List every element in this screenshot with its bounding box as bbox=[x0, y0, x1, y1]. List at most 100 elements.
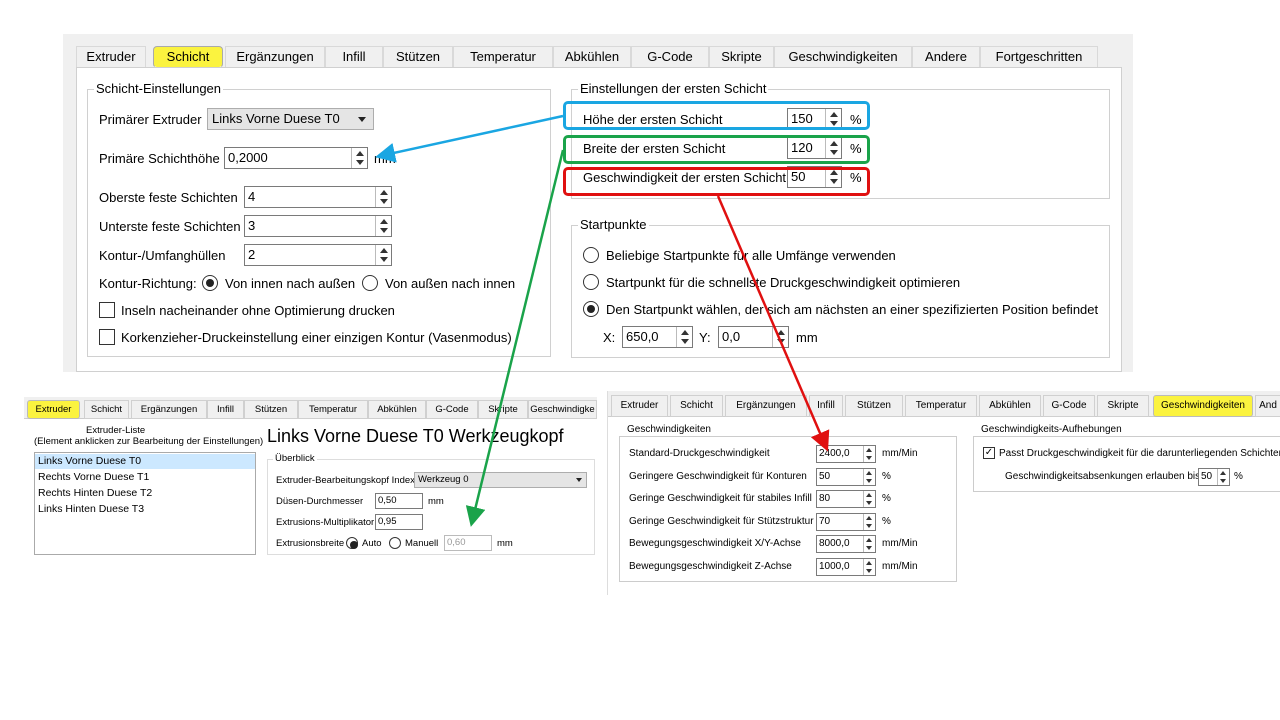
bottom-solid-value: 3 bbox=[248, 218, 256, 233]
highlight-box-green bbox=[563, 135, 870, 164]
tab-infill[interactable]: Infill bbox=[207, 400, 244, 419]
primary-extruder-select[interactable]: Links Vorne Duese T0 bbox=[207, 108, 374, 130]
speed-spinner-support[interactable]: 70 bbox=[816, 513, 876, 531]
tab-ergaenzungen[interactable]: Ergänzungen bbox=[725, 395, 807, 417]
tab-geschwindigkeiten[interactable]: Geschwindigke bbox=[528, 400, 597, 419]
nozzle-spinner[interactable]: 0,50 bbox=[375, 493, 423, 509]
speed-spinner-default[interactable]: 2400,0 bbox=[816, 445, 876, 463]
speed-label-z: Bewegungsgeschwindigkeit Z-Achse bbox=[629, 561, 792, 572]
tab-skripte[interactable]: Skripte bbox=[1097, 395, 1149, 417]
perimeters-value: 2 bbox=[248, 247, 256, 262]
list-item[interactable]: Rechts Vorne Duese T1 bbox=[38, 471, 149, 483]
spinner-arrows-icon[interactable] bbox=[375, 187, 391, 207]
tab-schicht[interactable]: Schicht bbox=[84, 400, 129, 419]
tab-schicht[interactable]: Schicht bbox=[670, 395, 723, 417]
speed-spinner-xy[interactable]: 8000,0 bbox=[816, 535, 876, 553]
layer-height-spinner[interactable]: 0,2000 bbox=[224, 147, 368, 169]
radio-width-manual[interactable] bbox=[389, 537, 401, 549]
tab-stuetzen[interactable]: Stützen bbox=[845, 395, 903, 417]
speed-value-perimeters: 50 bbox=[819, 471, 831, 482]
islands-label: Inseln nacheinander ohne Optimierung dru… bbox=[121, 303, 395, 318]
tab-gcode[interactable]: G-Code bbox=[631, 46, 709, 68]
spinner-arrows-icon[interactable] bbox=[375, 216, 391, 236]
top-solid-spinner[interactable]: 4 bbox=[244, 186, 392, 208]
tab-stuetzen[interactable]: Stützen bbox=[383, 46, 453, 68]
spinner-arrows-icon[interactable] bbox=[863, 559, 875, 575]
index-value: Werkzeug 0 bbox=[418, 474, 469, 485]
bottom-solid-spinner[interactable]: 3 bbox=[244, 215, 392, 237]
tab-extruder[interactable]: Extruder bbox=[76, 46, 146, 68]
tab-fortgeschritten[interactable]: Fortgeschritten bbox=[980, 46, 1098, 68]
tab-andere[interactable]: And bbox=[1255, 395, 1280, 417]
tool-heading: Links Vorne Duese T0 Werkzeugkopf bbox=[267, 426, 564, 446]
perimeters-label: Kontur-/Umfanghüllen bbox=[99, 248, 226, 263]
spinner-arrows-icon[interactable] bbox=[863, 536, 875, 552]
spinner-arrows-icon[interactable] bbox=[772, 327, 788, 347]
tab-abkuehlen[interactable]: Abkühlen bbox=[553, 46, 631, 68]
perimeters-spinner[interactable]: 2 bbox=[244, 244, 392, 266]
speed-value-z: 1000,0 bbox=[819, 561, 850, 572]
list-item[interactable]: Links Vorne Duese T0 bbox=[38, 455, 141, 467]
tab-geschwindigkeiten[interactable]: Geschwindigkeiten bbox=[1153, 395, 1253, 417]
override-checkbox[interactable]: ✓ bbox=[983, 447, 995, 459]
tab-geschwindigkeiten[interactable]: Geschwindigkeiten bbox=[774, 46, 912, 68]
tab-gcode[interactable]: G-Code bbox=[1043, 395, 1095, 417]
multiplier-spinner[interactable]: 0,95 bbox=[375, 514, 423, 530]
spinner-arrows-icon[interactable] bbox=[676, 327, 692, 347]
tab-ergaenzungen[interactable]: Ergänzungen bbox=[225, 46, 325, 68]
tab-temperatur[interactable]: Temperatur bbox=[453, 46, 553, 68]
tab-ergaenzungen[interactable]: Ergänzungen bbox=[131, 400, 207, 419]
group-title: Startpunkte bbox=[578, 217, 649, 232]
index-select[interactable]: Werkzeug 0 bbox=[414, 472, 587, 488]
override-reduce-spinner[interactable]: 50 bbox=[1198, 468, 1230, 486]
vase-checkbox[interactable] bbox=[99, 329, 115, 345]
x-spinner[interactable]: 650,0 bbox=[622, 326, 693, 348]
tab-skripte[interactable]: Skripte bbox=[709, 46, 774, 68]
list-item[interactable]: Links Hinten Duese T3 bbox=[38, 503, 144, 515]
chevron-down-icon bbox=[576, 478, 582, 482]
tab-gcode[interactable]: G-Code bbox=[426, 400, 478, 419]
radio-width-auto[interactable] bbox=[346, 537, 358, 549]
spinner-arrows-icon[interactable] bbox=[1217, 469, 1229, 485]
speed-value-support: 70 bbox=[819, 516, 831, 527]
radio-inside-out[interactable] bbox=[202, 275, 218, 291]
y-spinner[interactable]: 0,0 bbox=[718, 326, 789, 348]
tab-schicht[interactable]: Schicht bbox=[153, 46, 223, 68]
radio-outside-in[interactable] bbox=[362, 275, 378, 291]
speed-label-support: Geringe Geschwindigkeit für Stützstruktu… bbox=[629, 516, 814, 527]
primary-extruder-label: Primärer Extruder bbox=[99, 112, 202, 127]
bottom-solid-label: Unterste feste Schichten bbox=[99, 219, 241, 234]
tab-abkuehlen[interactable]: Abkühlen bbox=[979, 395, 1041, 417]
tab-infill[interactable]: Infill bbox=[325, 46, 383, 68]
tab-skripte[interactable]: Skripte bbox=[478, 400, 528, 419]
tab-infill[interactable]: Infill bbox=[809, 395, 843, 417]
tab-extruder[interactable]: Extruder bbox=[27, 400, 80, 419]
tab-extruder[interactable]: Extruder bbox=[611, 395, 668, 417]
tab-andere[interactable]: Andere bbox=[912, 46, 980, 68]
islands-checkbox[interactable] bbox=[99, 302, 115, 318]
speed-spinner-solid-infill[interactable]: 80 bbox=[816, 490, 876, 508]
tab-abkuehlen[interactable]: Abkühlen bbox=[368, 400, 426, 419]
width-label: Extrusionsbreite bbox=[276, 538, 345, 549]
override-reduce-value: 50 bbox=[1201, 471, 1213, 482]
radio-random-start[interactable] bbox=[583, 247, 599, 263]
radio-nearest-start[interactable] bbox=[583, 301, 599, 317]
width-spinner[interactable]: 0,60 bbox=[444, 535, 492, 551]
speed-spinner-z[interactable]: 1000,0 bbox=[816, 558, 876, 576]
layer-height-value: 0,2000 bbox=[228, 150, 268, 165]
spinner-arrows-icon[interactable] bbox=[863, 514, 875, 530]
spinner-arrows-icon[interactable] bbox=[375, 245, 391, 265]
tab-stuetzen[interactable]: Stützen bbox=[244, 400, 298, 419]
list-item[interactable]: Rechts Hinten Duese T2 bbox=[38, 487, 152, 499]
speed-spinner-perimeters[interactable]: 50 bbox=[816, 468, 876, 486]
tab-temperatur[interactable]: Temperatur bbox=[298, 400, 368, 419]
spinner-arrows-icon[interactable] bbox=[351, 148, 367, 168]
spinner-arrows-icon[interactable] bbox=[863, 469, 875, 485]
tab-temperatur[interactable]: Temperatur bbox=[905, 395, 977, 417]
radio-optimize-start[interactable] bbox=[583, 274, 599, 290]
speed-label-solid-infill: Geringe Geschwindigkeit für stabiles Inf… bbox=[629, 493, 812, 504]
spinner-arrows-icon[interactable] bbox=[863, 491, 875, 507]
group-title: Schicht-Einstellungen bbox=[94, 81, 224, 96]
speeds-group-title: Geschwindigkeiten bbox=[625, 424, 713, 436]
spinner-arrows-icon[interactable] bbox=[863, 446, 875, 462]
